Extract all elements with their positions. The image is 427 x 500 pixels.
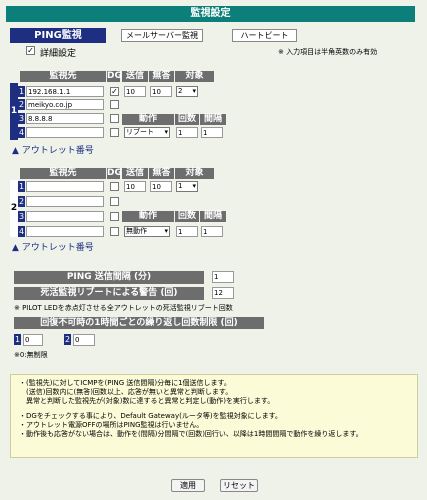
- note-line: (送信)回数内に(無答)回数以上、応答が無いと異常と判断します。: [19, 388, 233, 396]
- dg-checkbox[interactable]: [110, 212, 119, 221]
- host-input[interactable]: [26, 226, 104, 237]
- dg-checkbox[interactable]: [110, 114, 119, 123]
- noresp-input[interactable]: [150, 86, 172, 97]
- header-target: 監視先: [20, 168, 106, 179]
- count-input[interactable]: [176, 226, 198, 237]
- header-noresp: 無答: [149, 168, 174, 179]
- header-dg: DG: [107, 71, 122, 82]
- header-noresp: 無答: [149, 71, 174, 82]
- action-select[interactable]: 無動作: [124, 226, 170, 237]
- send-input[interactable]: [124, 86, 146, 97]
- header-object: 対象: [175, 71, 214, 82]
- header-object: 対象: [175, 168, 214, 179]
- send-input[interactable]: [124, 181, 146, 192]
- ping-interval-label: PING 送信間隔 (分): [14, 271, 204, 284]
- tab-heartbeat[interactable]: ハートビート: [232, 29, 297, 42]
- detail-label: 詳細設定: [40, 49, 77, 59]
- dg-checkbox[interactable]: ✓: [110, 87, 119, 96]
- row-number: 4: [18, 127, 25, 138]
- host-input[interactable]: [26, 99, 104, 110]
- note-line: ・(監視先)に対してICMPを(PING 送信間隔)分毎に1個送信します。: [19, 379, 231, 387]
- retry-limit-label: 回復不可時の1時間ごとの繰り返し回数制限 (回): [14, 317, 264, 329]
- action-select[interactable]: リブート: [124, 127, 170, 138]
- row-number: 1: [18, 86, 25, 97]
- row-number: 3: [18, 211, 25, 222]
- outlet-number-link[interactable]: ▲ アウトレット番号: [12, 143, 94, 156]
- row-number: 3: [18, 113, 25, 124]
- host-input[interactable]: [26, 181, 104, 192]
- dg-checkbox[interactable]: [110, 128, 119, 137]
- row-number: 4: [18, 226, 25, 237]
- retry-group-number: 2: [64, 334, 71, 345]
- header-send: 送信: [122, 71, 148, 82]
- reset-button[interactable]: リセット: [220, 479, 258, 492]
- tab-mail-server[interactable]: メールサーバー監視: [121, 29, 203, 42]
- ping-interval-input[interactable]: [212, 271, 234, 283]
- note-line: ・アウトレット電源OFFの場所はPING監視は行いません。: [19, 421, 204, 429]
- row-number: 2: [18, 99, 25, 110]
- retry-group-number: 1: [14, 334, 21, 345]
- outlet-number-link[interactable]: ▲ アウトレット番号: [12, 240, 94, 253]
- note-line: ・動作後も応答がない場合は、動作を(間隔)分間隔で(回数)回行い、以降は1時間間…: [19, 430, 363, 438]
- apply-button[interactable]: 適用: [171, 479, 205, 492]
- row-number: 2: [18, 196, 25, 207]
- dg-checkbox[interactable]: [110, 100, 119, 109]
- row-number: 1: [18, 181, 25, 192]
- header-count: 回数: [175, 114, 199, 125]
- header-interval: 間隔: [200, 211, 226, 222]
- host-input[interactable]: [26, 196, 104, 207]
- reboot-warn-note: ※ PILOT LEDを赤点灯させる全アウトレットの死活監視リブート回数: [14, 304, 233, 312]
- header-action: 動作: [122, 114, 174, 125]
- header-send: 送信: [122, 168, 148, 179]
- retry-g1-input[interactable]: [23, 334, 43, 346]
- header-count: 回数: [175, 211, 199, 222]
- reboot-warn-label: 死活監視リブートによる警告 (回): [14, 287, 204, 300]
- count-input[interactable]: [176, 127, 198, 138]
- input-note: ※ 入力項目は半角英数のみ有効: [278, 48, 378, 56]
- page-title: 監視設定: [6, 6, 415, 22]
- retry-note: ※0:無制限: [14, 351, 48, 359]
- dg-checkbox[interactable]: [110, 227, 119, 236]
- tab-ping[interactable]: PING監視: [10, 28, 106, 43]
- header-target: 監視先: [20, 71, 106, 82]
- host-input[interactable]: [26, 113, 104, 124]
- header-action: 動作: [122, 211, 174, 222]
- detail-checkbox[interactable]: ✓: [26, 46, 35, 55]
- help-notes: ・(監視先)に対してICMPを(PING 送信間隔)分毎に1個送信します。 (送…: [10, 374, 418, 458]
- retry-g2-input[interactable]: [73, 334, 95, 346]
- host-input[interactable]: [26, 211, 104, 222]
- dg-checkbox[interactable]: [110, 197, 119, 206]
- interval-input[interactable]: [201, 226, 223, 237]
- host-input[interactable]: [26, 127, 104, 138]
- group-number: 1: [10, 83, 18, 140]
- note-line: 異常と判断した監視先が(対象)数に達すると異常と判定し(動作)を実行します。: [19, 397, 275, 405]
- header-dg: DG: [107, 168, 122, 179]
- note-line: ・DGをチェックする事により、Default Gateway(ルータ等)を監視対…: [19, 412, 282, 420]
- dg-checkbox[interactable]: [110, 182, 119, 191]
- noresp-input[interactable]: [150, 181, 172, 192]
- interval-input[interactable]: [201, 127, 223, 138]
- object-select[interactable]: 1: [176, 181, 198, 192]
- header-interval: 間隔: [200, 114, 226, 125]
- group-number: 2: [10, 180, 18, 237]
- host-input[interactable]: [26, 86, 104, 97]
- reboot-warn-input[interactable]: [212, 287, 234, 299]
- object-select[interactable]: 2: [176, 86, 198, 97]
